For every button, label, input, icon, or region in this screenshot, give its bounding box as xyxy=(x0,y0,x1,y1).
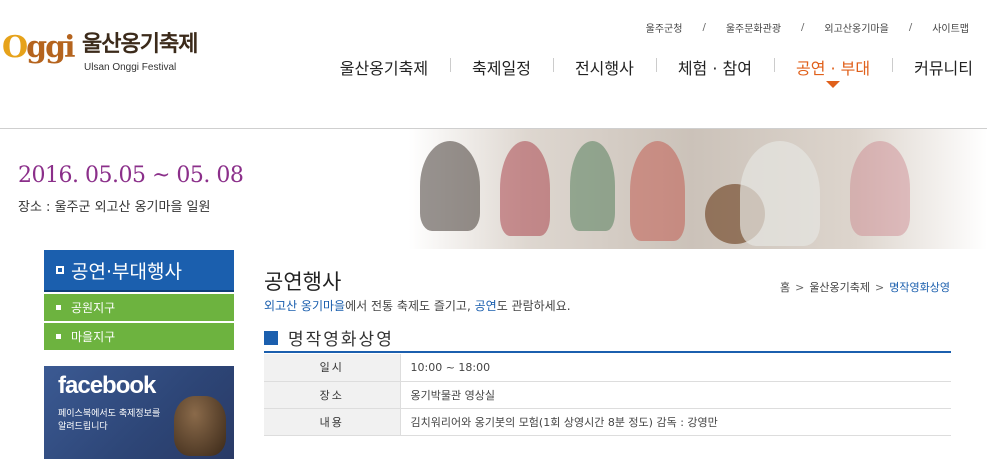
festival-date: 2016. 05.05 ~ 05. 08 xyxy=(18,163,244,188)
breadcrumb-current: 명작영화상영 xyxy=(889,281,950,294)
facebook-banner[interactable]: facebook 페이스북에서도 축제정보를 알려드립니다 xyxy=(44,366,234,459)
sidebar-title: 공연·부대행사 xyxy=(44,250,234,292)
utility-nav: 울주군청 / 울주문화관광 / 외고산옹기마을 / 사이트맵 xyxy=(646,20,969,35)
util-link-oegosan-village[interactable]: 외고산옹기마을 xyxy=(824,20,888,35)
sidebar-item-label: 마을지구 xyxy=(71,330,116,344)
chevron-right-icon: > xyxy=(795,280,805,294)
active-indicator-icon xyxy=(826,81,841,88)
main-nav: 울산옹기축제 축제일정 전시행사 체험 · 참여 공연 · 부대 커뮤니티 xyxy=(318,55,973,88)
heading-square-icon xyxy=(264,330,278,345)
nav-item-experience[interactable]: 체험 · 참여 xyxy=(655,55,774,79)
table-row: 장소 옹기박물관 영상실 xyxy=(264,381,951,409)
page: Oggi 울산옹기축제 Ulsan Onggi Festival 울주군청 / … xyxy=(0,0,987,459)
chevron-right-icon: > xyxy=(875,280,885,294)
page-title: 공연행사 xyxy=(264,270,342,294)
festival-place: 장소 : 울주군 외고산 옹기마을 일원 xyxy=(18,200,211,215)
sidebar-title-label: 공연·부대행사 xyxy=(71,260,182,283)
nav-item-community[interactable]: 커뮤니티 xyxy=(892,55,973,79)
row-value: 김치워리어와 옹기봇의 모험(1회 상영시간 8분 정도) 감독 : 강영만 xyxy=(400,408,951,436)
sidebar-item-label: 공원지구 xyxy=(71,301,116,315)
desc-highlight-performance: 공연 xyxy=(474,299,497,313)
section-heading-text: 명작영화상영 xyxy=(288,330,394,350)
nav-item-festival[interactable]: 울산옹기축제 xyxy=(318,55,450,79)
bullet-icon xyxy=(56,334,61,339)
util-link-ulju-tourism[interactable]: 울주문화관광 xyxy=(726,20,781,35)
row-header: 내용 xyxy=(264,408,401,436)
logo-korean-text: 울산옹기축제 xyxy=(82,31,198,57)
facebook-text-line1: 페이스북에서도 축제정보를 xyxy=(58,409,161,419)
table-row: 내용 김치워리어와 옹기봇의 모험(1회 상영시간 8분 정도) 감독 : 강영… xyxy=(264,408,951,436)
site-logo[interactable]: Oggi 울산옹기축제 Ulsan Onggi Festival xyxy=(2,22,198,84)
util-link-sitemap[interactable]: 사이트맵 xyxy=(932,20,969,35)
nav-item-exhibition[interactable]: 전시행사 xyxy=(552,55,656,79)
nav-item-performance-label: 공연 · 부대 xyxy=(795,59,871,78)
row-value: 10:00 ~ 18:00 xyxy=(400,354,951,382)
breadcrumb-festival[interactable]: 울산옹기축제 xyxy=(809,279,870,295)
nav-item-schedule[interactable]: 축제일정 xyxy=(450,55,553,79)
desc-highlight-village: 외고산 옹기마을 xyxy=(264,299,346,313)
facebook-logo-text: facebook xyxy=(58,372,156,399)
util-link-ulju-county[interactable]: 울주군청 xyxy=(646,20,683,35)
sidebar-item-village-district[interactable]: 마을지구 xyxy=(44,323,234,350)
sidebar-item-park-district[interactable]: 공원지구 xyxy=(44,294,234,321)
util-separator: / xyxy=(801,22,805,33)
facebook-text-line2: 알려드립니다 xyxy=(58,422,108,432)
page-description: 외고산 옹기마을에서 전통 축제도 즐기고, 공연도 관람하세요. xyxy=(264,299,571,313)
event-info-table: 일시 10:00 ~ 18:00 장소 옹기박물관 영상실 내용 김치워리어와 … xyxy=(264,354,951,436)
visual-banner xyxy=(0,129,987,249)
row-header: 일시 xyxy=(264,354,401,382)
bullet-icon xyxy=(56,305,61,310)
pottery-image xyxy=(174,396,226,456)
logo-english-text: Ulsan Onggi Festival xyxy=(84,62,177,73)
logo-mark: Oggi xyxy=(2,30,75,65)
row-value: 옹기박물관 영상실 xyxy=(400,381,951,409)
util-separator: / xyxy=(908,22,913,33)
breadcrumb: 홈 > 울산옹기축제 > 명작영화상영 xyxy=(780,279,950,295)
row-header: 장소 xyxy=(264,381,401,409)
festival-photo xyxy=(330,129,987,249)
table-row: 일시 10:00 ~ 18:00 xyxy=(264,354,951,382)
section-heading: 명작영화상영 xyxy=(264,324,951,353)
util-separator: / xyxy=(702,22,706,33)
square-bullet-icon xyxy=(56,266,64,274)
breadcrumb-home[interactable]: 홈 xyxy=(780,279,790,295)
nav-item-performance[interactable]: 공연 · 부대 xyxy=(773,55,892,88)
